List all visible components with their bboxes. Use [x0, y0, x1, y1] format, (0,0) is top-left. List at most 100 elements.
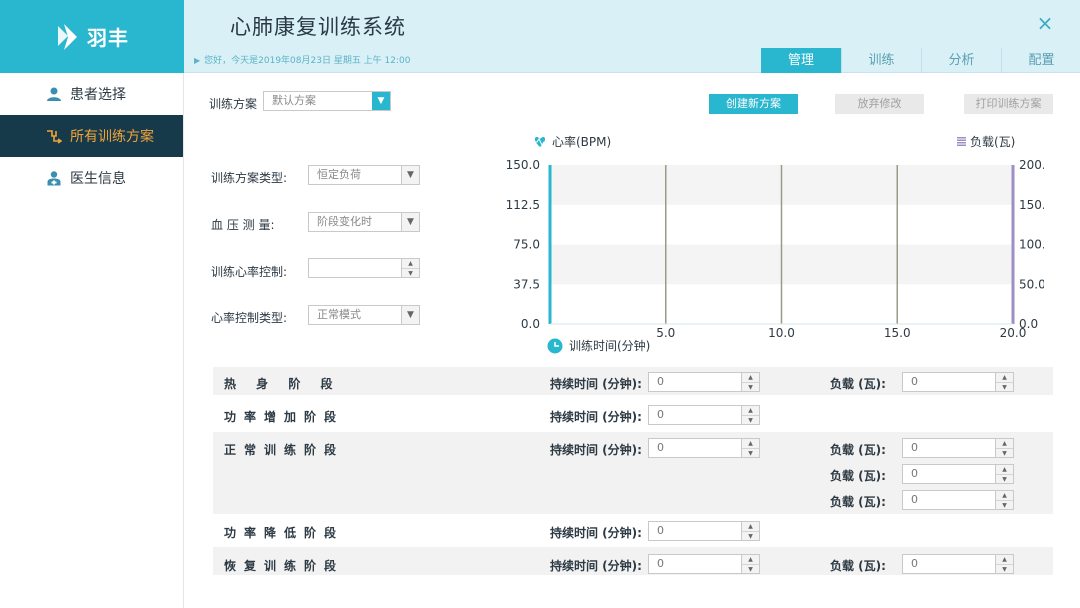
spin-down-icon[interactable]: ▼ — [996, 565, 1013, 574]
stepper-value: 0 — [911, 441, 918, 454]
content-area: 训练方案 默认方案 ▼ 创建新方案 放弃修改 打印训练方案 训练方案类型: 恒定… — [184, 73, 1080, 608]
sidebar: 患者选择 所有训练方案 医生信息 — [0, 73, 184, 608]
left-tick-label: 75.0 — [513, 238, 540, 252]
x-tick-label: 5.0 — [656, 326, 675, 340]
stepper-value: 0 — [911, 493, 918, 506]
sidebar-item-patient-select[interactable]: 患者选择 — [0, 73, 183, 115]
spin-up-icon[interactable]: ▲ — [742, 406, 759, 416]
x-axis-title: 训练时间(分钟) — [569, 338, 650, 353]
right-axis-title: 负载(瓦) — [970, 135, 1015, 149]
spin-up-icon[interactable]: ▲ — [996, 373, 1013, 383]
plan-select-value: 默认方案 — [272, 94, 316, 107]
duration-stepper-increase[interactable]: 0 ▲ ▼ — [648, 405, 760, 425]
hr-control-label: 训练心率控制: — [211, 265, 288, 279]
sidebar-item-label: 所有训练方案 — [70, 129, 154, 145]
stepper-value: 0 — [657, 441, 664, 454]
stepper-value: 0 — [911, 467, 918, 480]
create-plan-button[interactable]: 创建新方案 — [709, 94, 798, 114]
sidebar-item-label: 医生信息 — [70, 171, 126, 187]
hr-mode-label: 心率控制类型: — [211, 311, 288, 325]
stage-name-normal: 正常训练阶段 — [224, 443, 345, 457]
date-label: 您好，今天是2019年08月23日 星期五 上午 12:00 — [204, 56, 411, 66]
load-stepper-normal-0[interactable]: 0 ▲ ▼ — [902, 438, 1014, 458]
right-tick-label: 150.0 — [1019, 198, 1044, 212]
right-tick-label: 0.0 — [1019, 317, 1038, 331]
spin-down-icon[interactable]: ▼ — [742, 416, 759, 425]
hr-control-stepper[interactable]: ▲ ▼ — [308, 258, 420, 278]
spin-down-icon[interactable]: ▼ — [996, 475, 1013, 484]
duration-stepper-normal[interactable]: 0 ▲ ▼ — [648, 438, 760, 458]
spin-up-icon[interactable]: ▲ — [742, 373, 759, 383]
right-tick-label: 200.0 — [1019, 158, 1044, 172]
spin-up-icon[interactable]: ▲ — [996, 555, 1013, 565]
tab-config[interactable]: 配置 — [1001, 48, 1080, 73]
spin-down-icon[interactable]: ▼ — [996, 501, 1013, 510]
plan-select[interactable]: 默认方案 ▼ — [263, 91, 391, 111]
spin-up-icon[interactable]: ▲ — [742, 555, 759, 565]
logo-icon — [58, 23, 77, 50]
duration-label: 持续时间 (分钟): — [550, 377, 642, 391]
stepper-value: 0 — [911, 557, 918, 570]
x-tick-label: 10.0 — [768, 326, 795, 340]
arrow-right-icon: ▶ — [194, 56, 201, 65]
chevron-down-icon: ▼ — [401, 166, 419, 184]
x-tick-label: 15.0 — [884, 326, 911, 340]
spin-down-icon[interactable]: ▼ — [742, 532, 759, 541]
hr-mode-select[interactable]: 正常模式 ▼ — [308, 305, 420, 325]
close-icon[interactable]: × — [1034, 12, 1056, 34]
load-stepper-warmup-0[interactable]: 0 ▲ ▼ — [902, 372, 1014, 392]
logo-text: 羽丰 — [87, 26, 129, 50]
user-icon — [47, 87, 61, 101]
duration-stepper-decrease[interactable]: 0 ▲ ▼ — [648, 521, 760, 541]
load-label: 负载 (瓦): — [830, 469, 886, 483]
spin-down-icon[interactable]: ▼ — [742, 383, 759, 392]
load-label: 负载 (瓦): — [830, 559, 886, 573]
left-tick-label: 0.0 — [521, 317, 540, 331]
plan-type-select[interactable]: 恒定负荷 ▼ — [308, 165, 420, 185]
spin-up-icon[interactable]: ▲ — [996, 439, 1013, 449]
stepper-value: 0 — [657, 375, 664, 388]
load-stepper-normal-1[interactable]: 0 ▲ ▼ — [902, 464, 1014, 484]
spin-up-icon[interactable]: ▲ — [742, 522, 759, 532]
stepper-value: 0 — [657, 524, 664, 537]
bp-value: 阶段变化时 — [317, 215, 372, 228]
date-text: ▶ 您好，今天是2019年08月23日 星期五 上午 12:00 — [194, 53, 411, 66]
spin-up-icon[interactable]: ▲ — [742, 439, 759, 449]
bp-label: 血 压 测 量: — [211, 218, 275, 232]
stepper-value: 0 — [657, 557, 664, 570]
spin-down-icon[interactable]: ▼ — [742, 565, 759, 574]
left-tick-label: 37.5 — [513, 277, 540, 291]
right-tick-label: 100.0 — [1019, 238, 1044, 252]
spin-down-icon[interactable]: ▼ — [996, 449, 1013, 458]
stage-name-warmup: 热 身 阶 段 — [224, 377, 341, 391]
spin-down-icon[interactable]: ▼ — [996, 383, 1013, 392]
discard-changes-button[interactable]: 放弃修改 — [835, 94, 924, 114]
spin-up-icon[interactable]: ▲ — [996, 491, 1013, 501]
legend-bars-icon — [957, 144, 966, 146]
legend-bars-icon — [957, 139, 966, 141]
load-stepper-recovery-0[interactable]: 0 ▲ ▼ — [902, 554, 1014, 574]
duration-stepper-recovery[interactable]: 0 ▲ ▼ — [648, 554, 760, 574]
tab-manage[interactable]: 管理 — [761, 48, 841, 73]
spin-up-icon[interactable]: ▲ — [996, 465, 1013, 475]
load-stepper-normal-2[interactable]: 0 ▲ ▼ — [902, 490, 1014, 510]
legend-bars-icon — [957, 142, 966, 144]
status-bar: ▶ 您好，今天是2019年08月23日 星期五 上午 12:00 管理 训练 分析… — [184, 48, 1080, 73]
sidebar-item-doctor-info[interactable]: 医生信息 — [0, 157, 183, 199]
hr-mode-value: 正常模式 — [317, 308, 361, 321]
sidebar-item-all-plans[interactable]: 所有训练方案 — [0, 115, 183, 157]
tab-analysis[interactable]: 分析 — [921, 48, 1001, 73]
spin-down-icon[interactable]: ▼ — [402, 269, 419, 278]
app-title: 心肺康复训练系统 — [230, 15, 406, 39]
bp-select[interactable]: 阶段变化时 ▼ — [308, 212, 420, 232]
duration-label: 持续时间 (分钟): — [550, 443, 642, 457]
print-plan-button[interactable]: 打印训练方案 — [964, 94, 1053, 114]
plan-icon — [47, 130, 62, 144]
stage-name-decrease: 功率降低阶段 — [224, 526, 345, 540]
spin-up-icon[interactable]: ▲ — [402, 259, 419, 269]
tab-training[interactable]: 训练 — [841, 48, 921, 73]
spin-down-icon[interactable]: ▼ — [742, 449, 759, 458]
title-bar: 心肺康复训练系统 × — [184, 0, 1080, 48]
duration-stepper-warmup[interactable]: 0 ▲ ▼ — [648, 372, 760, 392]
training-chart: 5.010.015.020.0150.0112.575.037.50.0200.… — [506, 134, 1044, 354]
